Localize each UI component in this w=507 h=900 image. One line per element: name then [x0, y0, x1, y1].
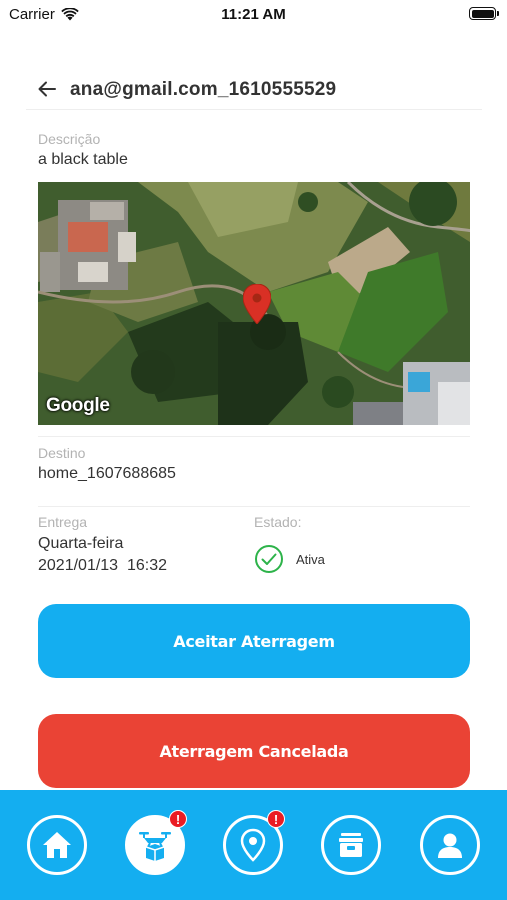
delivery-day: Quarta-feira [38, 535, 124, 552]
clock: 11:21 AM [221, 6, 286, 23]
tab-locations[interactable]: ! [223, 810, 285, 875]
tab-profile[interactable] [420, 815, 480, 875]
description-value: a black table [38, 151, 128, 168]
tab-home[interactable] [27, 815, 87, 875]
check-circle-icon [255, 545, 283, 573]
status-value: Ativa [296, 551, 325, 567]
package-box-icon [339, 833, 363, 857]
user-profile-icon [438, 833, 462, 858]
bottom-tab-bar: ! ! [0, 790, 507, 900]
satellite-map[interactable]: Google [38, 182, 470, 425]
page-header: ana@gmail.com_1610555529 [26, 70, 482, 110]
landing-cancelled-button[interactable]: Aterragem Cancelada [38, 714, 470, 788]
locations-badge: ! [267, 810, 285, 828]
drone-delivery-icon [139, 832, 171, 861]
status-label: Estado: [254, 514, 302, 530]
google-logo: Google [46, 395, 110, 416]
location-pin-icon [240, 828, 266, 862]
back-arrow-icon[interactable] [36, 78, 58, 100]
page-title: ana@gmail.com_1610555529 [70, 79, 337, 100]
status-bar: Carrier 11:21 AM [0, 0, 507, 30]
status-badge: Ativa [254, 544, 325, 574]
destination-value: home_1607688685 [38, 465, 176, 482]
delivery-label: Entrega [38, 514, 88, 530]
home-icon [43, 832, 71, 858]
divider [38, 506, 470, 507]
destination-label: Destino [38, 445, 86, 461]
divider [38, 436, 470, 437]
map-pin-icon[interactable] [243, 284, 271, 324]
battery-icon [469, 7, 499, 20]
description-label: Descrição [38, 131, 101, 147]
tab-deliveries[interactable]: ! [125, 810, 187, 875]
accept-landing-button[interactable]: Aceitar Aterragem [38, 604, 470, 678]
deliveries-badge: ! [169, 810, 187, 828]
delivery-date: 2021/01/13 16:32 [38, 557, 168, 574]
tab-packages[interactable] [321, 815, 381, 875]
